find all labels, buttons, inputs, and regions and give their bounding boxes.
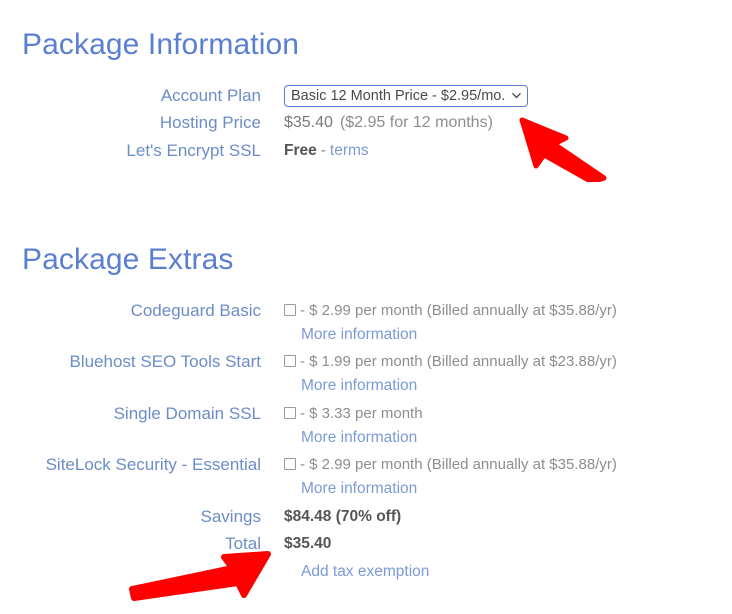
tax-exemption-value-container: Add tax exemption <box>301 560 429 584</box>
lets-encrypt-ssl-price: Free <box>284 142 317 159</box>
savings-label: Savings <box>200 507 261 526</box>
more-info-line: More information <box>284 323 617 347</box>
package-extras-heading: Package Extras <box>22 243 234 276</box>
extra-price-text-bluehost-seo-tools-start: - $ 1.99 per month (Billed annually at $… <box>300 353 617 370</box>
account-plan-row: Account Plan Basic 12 Month Price - $2.9… <box>0 84 732 108</box>
account-plan-selected-option: Basic 12 Month Price - $2.95/mo. <box>291 88 506 104</box>
total-label: Total <box>225 534 261 553</box>
extra-value-sitelock-security-essential: - $ 2.99 per month (Billed annually at $… <box>284 452 617 501</box>
extra-price-line: - $ 2.99 per month (Billed annually at $… <box>284 452 617 477</box>
more-information-link-bluehost-seo-tools-start[interactable]: More information <box>301 377 417 394</box>
extra-row-codeguard-basic: Codeguard Basic - $ 2.99 per month (Bill… <box>0 298 732 347</box>
lets-encrypt-ssl-label: Let's Encrypt SSL <box>126 141 261 160</box>
hosting-price-value: $35.40 ($2.95 for 12 months) <box>284 111 493 135</box>
lets-encrypt-ssl-separator: - <box>320 142 326 159</box>
extra-price-line: - $ 3.33 per month <box>284 401 423 426</box>
package-information-heading: Package Information <box>22 28 300 61</box>
chevron-down-icon <box>512 91 522 100</box>
hosting-price-row: Hosting Price $35.40 ($2.95 for 12 month… <box>0 111 732 135</box>
extra-price-line: - $ 2.99 per month (Billed annually at $… <box>284 298 617 323</box>
extra-row-bluehost-seo-tools-start: Bluehost SEO Tools Start - $ 1.99 per mo… <box>0 349 732 398</box>
extra-price-text-codeguard-basic: - $ 2.99 per month (Billed annually at $… <box>300 302 617 319</box>
package-configuration-page: Package Information Account Plan Basic 1… <box>0 0 732 609</box>
more-information-link-single-domain-ssl[interactable]: More information <box>301 429 417 446</box>
savings-value: $84.48 (70% off) <box>284 508 402 525</box>
extra-label-bluehost-seo-tools-start: Bluehost SEO Tools Start <box>69 352 261 371</box>
hosting-price-label: Hosting Price <box>159 113 261 132</box>
lets-encrypt-ssl-value: Free - terms <box>284 139 369 163</box>
checkbox-unchecked-icon[interactable] <box>284 458 296 470</box>
more-info-line: More information <box>284 477 617 501</box>
account-plan-label: Account Plan <box>160 86 261 105</box>
checkbox-unchecked-icon[interactable] <box>284 407 296 419</box>
more-information-link-codeguard-basic[interactable]: More information <box>301 326 417 343</box>
checkbox-unchecked-icon[interactable] <box>284 304 296 316</box>
savings-value-container: $84.48 (70% off) <box>284 505 401 529</box>
tax-exemption-row: Add tax exemption <box>0 560 732 584</box>
account-plan-value: Basic 12 Month Price - $2.95/mo. <box>284 84 529 107</box>
add-tax-exemption-link[interactable]: Add tax exemption <box>301 560 429 584</box>
extra-value-bluehost-seo-tools-start: - $ 1.99 per month (Billed annually at $… <box>284 349 617 398</box>
lets-encrypt-terms-link[interactable]: terms <box>330 139 369 163</box>
more-information-link-sitelock-security-essential[interactable]: More information <box>301 480 417 497</box>
more-info-line: More information <box>284 426 423 450</box>
extra-price-text-single-domain-ssl: - $ 3.33 per month <box>300 405 423 422</box>
hosting-price-term: ($2.95 for 12 months) <box>339 114 493 131</box>
savings-row: Savings $84.48 (70% off) <box>0 505 732 529</box>
extra-value-codeguard-basic: - $ 2.99 per month (Billed annually at $… <box>284 298 617 347</box>
extra-label-codeguard-basic: Codeguard Basic <box>130 301 261 320</box>
extra-price-text-sitelock-security-essential: - $ 2.99 per month (Billed annually at $… <box>300 456 617 473</box>
total-value-container: $35.40 <box>284 532 331 556</box>
extra-row-sitelock-security-essential: SiteLock Security - Essential - $ 2.99 p… <box>0 452 732 501</box>
more-info-line: More information <box>284 374 617 398</box>
hosting-price-amount: $35.40 <box>284 114 333 131</box>
extra-value-single-domain-ssl: - $ 3.33 per month More information <box>284 401 423 450</box>
lets-encrypt-ssl-row: Let's Encrypt SSL Free - terms <box>0 139 732 163</box>
extra-label-sitelock-security-essential: SiteLock Security - Essential <box>45 455 261 474</box>
total-row: Total $35.40 <box>0 532 732 556</box>
extra-row-single-domain-ssl: Single Domain SSL - $ 3.33 per month Mor… <box>0 401 732 450</box>
checkbox-unchecked-icon[interactable] <box>284 355 296 367</box>
total-value: $35.40 <box>284 535 332 552</box>
account-plan-select[interactable]: Basic 12 Month Price - $2.95/mo. <box>284 85 529 107</box>
extra-price-line: - $ 1.99 per month (Billed annually at $… <box>284 349 617 374</box>
extra-label-single-domain-ssl: Single Domain SSL <box>113 404 261 423</box>
